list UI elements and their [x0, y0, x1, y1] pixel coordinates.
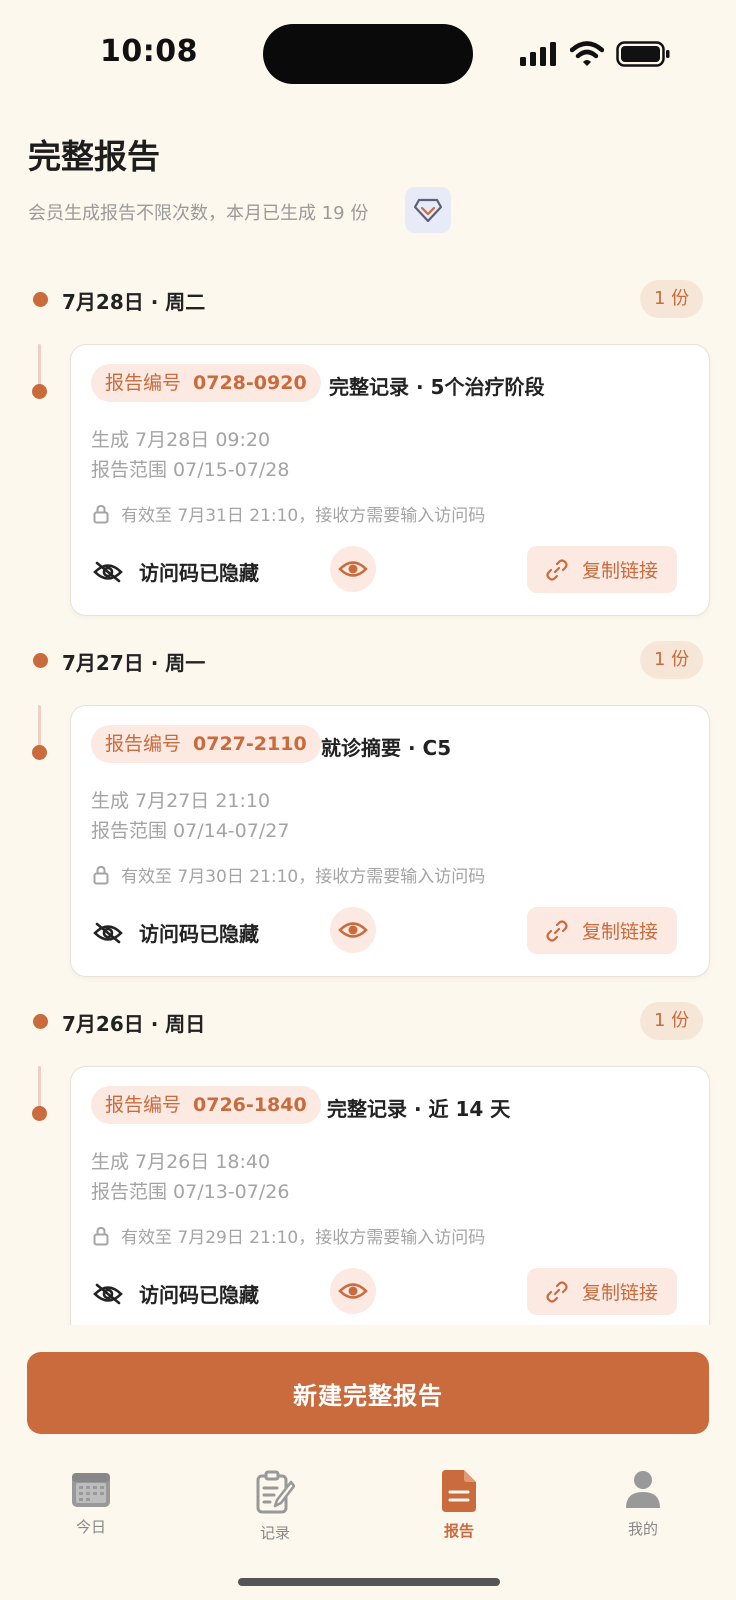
access-code-hidden-label: 访问码已隐藏	[139, 922, 259, 946]
lock-icon	[93, 504, 109, 523]
validity-row: 有效至 7月29日 21:10，接收方需要输入访问码	[93, 1223, 485, 1248]
timeline-dot	[32, 745, 47, 760]
home-indicator	[238, 1578, 500, 1586]
eye-icon	[338, 561, 368, 577]
tab-records[interactable]: 记录	[215, 1470, 335, 1543]
report-range: 报告范围 07/14-07/27	[91, 820, 290, 842]
eye-off-icon	[93, 561, 123, 582]
report-list[interactable]: 7月28日 · 周二 1 份 报告编号 0728-0920 完整记录 · 5个治疗…	[0, 270, 736, 1325]
access-code-hidden-label: 访问码已隐藏	[139, 1283, 259, 1307]
copy-link-label: 复制链接	[581, 560, 658, 582]
status-icons	[520, 38, 670, 70]
user-icon	[626, 1471, 660, 1508]
report-range: 报告范围 07/15-07/28	[91, 459, 290, 481]
copy-link-button[interactable]: 复制链接	[527, 907, 677, 954]
report-id-pill: 报告编号 0726-1840	[91, 1086, 321, 1124]
dynamic-island	[263, 24, 473, 84]
tab-label: 我的	[627, 1520, 658, 1538]
report-id-value: 0726-1840	[193, 1094, 307, 1116]
date-label: 7月28日 · 周二	[62, 290, 206, 314]
battery-icon	[616, 41, 670, 67]
timeline-dot	[33, 653, 48, 668]
report-id-label: 报告编号	[105, 1094, 182, 1116]
report-card[interactable]: 报告编号 0728-0920 完整记录 · 5个治疗阶段 生成 7月28日 09:…	[70, 344, 710, 616]
link-icon	[546, 1280, 568, 1303]
tab-label: 记录	[259, 1524, 290, 1542]
validity-text: 有效至 7月30日 21:10，接收方需要输入访问码	[121, 867, 486, 887]
link-icon	[546, 558, 568, 581]
tab-label: 今日	[75, 1518, 106, 1536]
timeline-dot	[33, 1014, 48, 1029]
membership-badge[interactable]	[405, 187, 451, 233]
timeline-dot	[32, 384, 47, 399]
timeline-line	[38, 1066, 41, 1108]
date-header: 7月26日 · 周日 1 份	[0, 1000, 736, 1040]
status-time: 10:08	[100, 34, 198, 69]
access-code-row: 访问码已隐藏	[93, 557, 259, 586]
eye-off-icon	[93, 1283, 123, 1304]
wifi-icon	[570, 41, 604, 66]
timeline-line	[38, 705, 41, 747]
report-id-pill: 报告编号 0728-0920	[91, 364, 321, 402]
validity-text: 有效至 7月31日 21:10，接收方需要输入访问码	[121, 506, 486, 526]
edit-note-icon	[256, 1470, 295, 1514]
generated-time: 生成 7月27日 21:10	[91, 790, 271, 812]
count-badge: 1 份	[640, 1002, 704, 1040]
access-code-row: 访问码已隐藏	[93, 918, 259, 947]
calendar-icon	[72, 1473, 110, 1507]
validity-row: 有效至 7月30日 21:10，接收方需要输入访问码	[93, 862, 485, 887]
timeline-line	[38, 344, 41, 386]
document-icon	[442, 1470, 476, 1512]
tab-profile[interactable]: 我的	[583, 1470, 703, 1539]
report-type: 就诊摘要 · C5	[321, 736, 452, 760]
eye-icon	[338, 922, 368, 938]
access-code-row: 访问码已隐藏	[93, 1279, 259, 1308]
copy-link-label: 复制链接	[581, 921, 658, 943]
report-id-pill: 报告编号 0727-2110	[91, 725, 321, 763]
count-badge: 1 份	[640, 280, 704, 318]
copy-link-label: 复制链接	[581, 1282, 658, 1304]
eye-off-icon	[93, 922, 123, 943]
diamond-icon	[414, 198, 442, 223]
subtitle: 会员生成报告不限次数，本月已生成 19 份	[28, 203, 369, 224]
report-card[interactable]: 报告编号 0727-2110 就诊摘要 · C5 生成 7月27日 21:10 报…	[70, 705, 710, 977]
generated-time: 生成 7月26日 18:40	[91, 1151, 271, 1173]
report-type: 完整记录 · 5个治疗阶段	[329, 375, 545, 399]
report-id-value: 0728-0920	[193, 372, 307, 394]
copy-link-button[interactable]: 复制链接	[527, 546, 677, 593]
generated-time: 生成 7月28日 09:20	[91, 429, 271, 451]
validity-text: 有效至 7月29日 21:10，接收方需要输入访问码	[121, 1228, 486, 1248]
report-id-value: 0727-2110	[193, 733, 307, 755]
date-header: 7月27日 · 周一 1 份	[0, 639, 736, 679]
new-report-button[interactable]: 新建完整报告	[27, 1352, 709, 1434]
timeline-dot	[33, 292, 48, 307]
show-access-code-button[interactable]	[330, 546, 376, 592]
lock-icon	[93, 865, 109, 884]
eye-icon	[338, 1283, 368, 1299]
lock-icon	[93, 1226, 109, 1245]
tab-label: 报告	[443, 1522, 474, 1540]
date-label: 7月27日 · 周一	[62, 651, 206, 675]
access-code-hidden-label: 访问码已隐藏	[139, 561, 259, 585]
report-range: 报告范围 07/13-07/26	[91, 1181, 290, 1203]
show-access-code-button[interactable]	[330, 907, 376, 953]
page-title: 完整报告	[28, 137, 160, 176]
report-id-label: 报告编号	[105, 733, 182, 755]
show-access-code-button[interactable]	[330, 1268, 376, 1314]
link-icon	[546, 919, 568, 942]
date-header: 7月28日 · 周二 1 份	[0, 278, 736, 318]
tab-bar: 今日 记录 报告 我的	[0, 1460, 736, 1560]
count-badge: 1 份	[640, 641, 704, 679]
report-card[interactable]: 报告编号 0726-1840 完整记录 · 近 14 天 生成 7月26日 18:…	[70, 1066, 710, 1325]
validity-row: 有效至 7月31日 21:10，接收方需要输入访问码	[93, 501, 485, 526]
timeline-dot	[32, 1106, 47, 1121]
date-label: 7月26日 · 周日	[62, 1012, 206, 1036]
tab-today[interactable]: 今日	[31, 1470, 151, 1537]
signal-icon	[520, 42, 556, 66]
report-type: 完整记录 · 近 14 天	[327, 1097, 511, 1121]
copy-link-button[interactable]: 复制链接	[527, 1268, 677, 1315]
report-id-label: 报告编号	[105, 372, 182, 394]
status-bar: 10:08	[0, 0, 736, 110]
tab-reports[interactable]: 报告	[399, 1470, 519, 1541]
